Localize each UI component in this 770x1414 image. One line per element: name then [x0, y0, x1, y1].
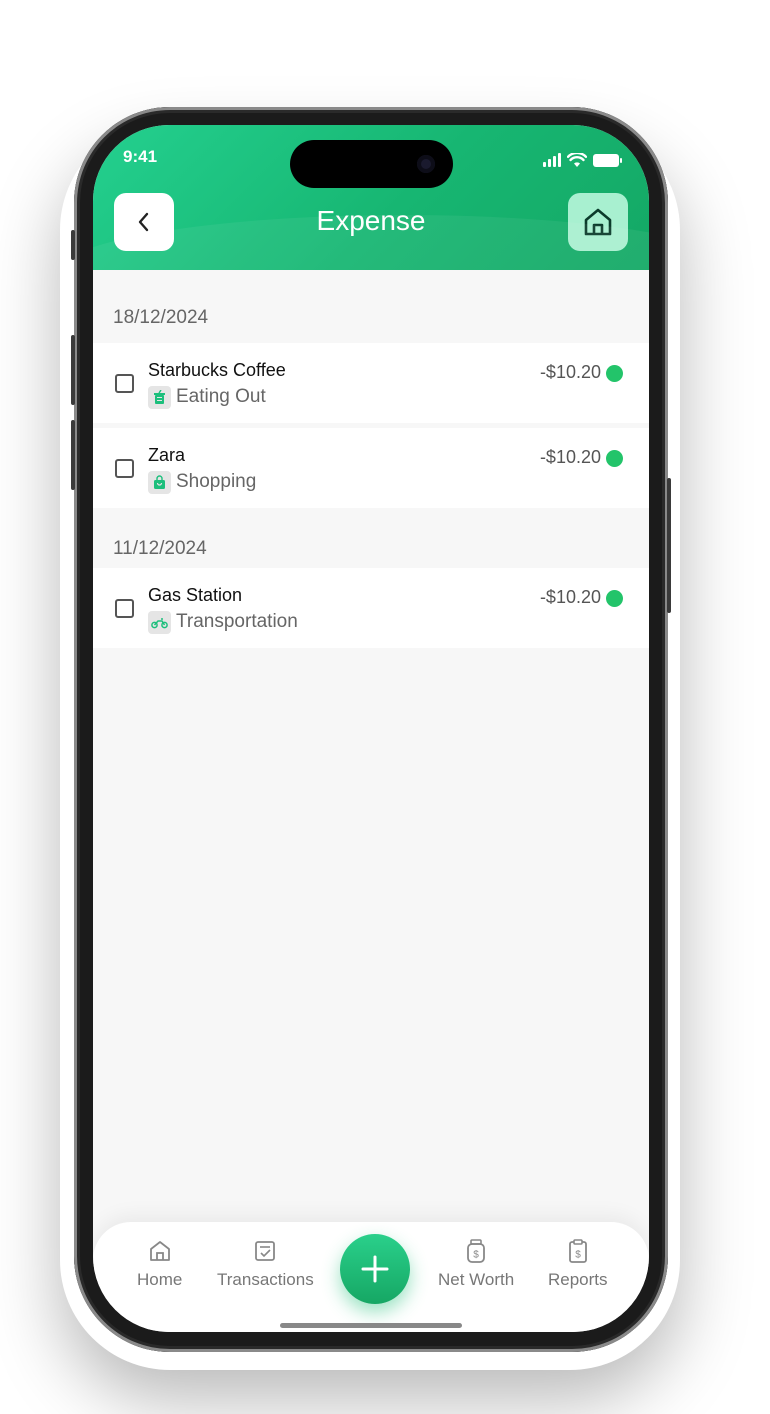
checklist-icon: [255, 1241, 276, 1261]
volume-down-button: [71, 420, 75, 490]
page-title: Expense: [316, 205, 426, 236]
status-dot: [606, 365, 623, 382]
status-time: 9:41: [123, 147, 158, 166]
report-clipboard-icon: $: [568, 1239, 587, 1263]
dynamic-island: [290, 140, 453, 188]
transaction-row[interactable]: Gas Station Transportation -$10.20: [93, 568, 649, 648]
transaction-amount: -$10.20: [539, 587, 601, 607]
date-header: 18/12/2024: [113, 307, 209, 328]
date-header: 11/12/2024: [113, 538, 207, 559]
tab-home[interactable]: Home: [137, 1238, 182, 1290]
transaction-row[interactable]: Zara Shopping -$10.20: [93, 428, 649, 508]
status-icons: [543, 151, 622, 169]
transaction-category: Shopping: [148, 470, 257, 494]
tab-reports[interactable]: $ Reports: [548, 1238, 608, 1290]
transaction-name: Gas Station: [148, 585, 243, 605]
money-jar-icon: $: [467, 1239, 486, 1263]
volume-up-button: [71, 335, 75, 405]
tab-transactions[interactable]: Transactions: [217, 1238, 314, 1290]
app-screen: 9:41 Expense 18/12/2024 Starbucks Coffee…: [93, 125, 649, 1332]
house-icon: [584, 208, 612, 236]
svg-text:$: $: [575, 1250, 581, 1261]
tab-net-worth[interactable]: $ Net Worth: [438, 1238, 514, 1290]
wifi-icon: [567, 152, 587, 167]
cup-icon: [148, 385, 171, 409]
home-indicator: [280, 1323, 462, 1328]
transaction-category: Eating Out: [148, 385, 266, 409]
transaction-category: Transportation: [148, 610, 298, 634]
row-checkbox[interactable]: [115, 599, 134, 618]
plus-icon: [361, 1255, 389, 1283]
power-button: [667, 478, 671, 613]
transaction-name: Starbucks Coffee: [148, 360, 286, 380]
cellular-signal-icon: [543, 153, 561, 167]
tab-net-worth-label: Net Worth: [438, 1270, 515, 1289]
svg-text:$: $: [473, 1250, 479, 1261]
battery-icon: [593, 153, 622, 167]
add-transaction-button[interactable]: [340, 1234, 410, 1304]
app-header: 9:41 Expense: [93, 125, 649, 335]
status-dot: [606, 590, 623, 607]
front-camera: [417, 155, 435, 173]
home-shortcut-button[interactable]: [568, 193, 628, 251]
transaction-name: Zara: [148, 445, 186, 465]
action-button: [71, 230, 75, 260]
row-checkbox[interactable]: [115, 374, 134, 393]
motorbike-icon: [148, 610, 171, 634]
category-label: Eating Out: [176, 386, 266, 407]
transaction-row[interactable]: Starbucks Coffee Eating Out -$10.20: [93, 343, 649, 423]
tab-reports-label: Reports: [548, 1270, 608, 1289]
transaction-amount: -$10.20: [539, 447, 601, 467]
status-dot: [606, 450, 623, 467]
category-label: Transportation: [176, 611, 298, 632]
transaction-amount: -$10.20: [539, 362, 601, 382]
tab-transactions-label: Transactions: [217, 1270, 314, 1289]
category-label: Shopping: [176, 471, 257, 492]
row-checkbox[interactable]: [115, 459, 134, 478]
shopping-bag-icon: [148, 470, 171, 494]
tab-home-label: Home: [137, 1270, 183, 1289]
home-icon: [149, 1241, 170, 1261]
